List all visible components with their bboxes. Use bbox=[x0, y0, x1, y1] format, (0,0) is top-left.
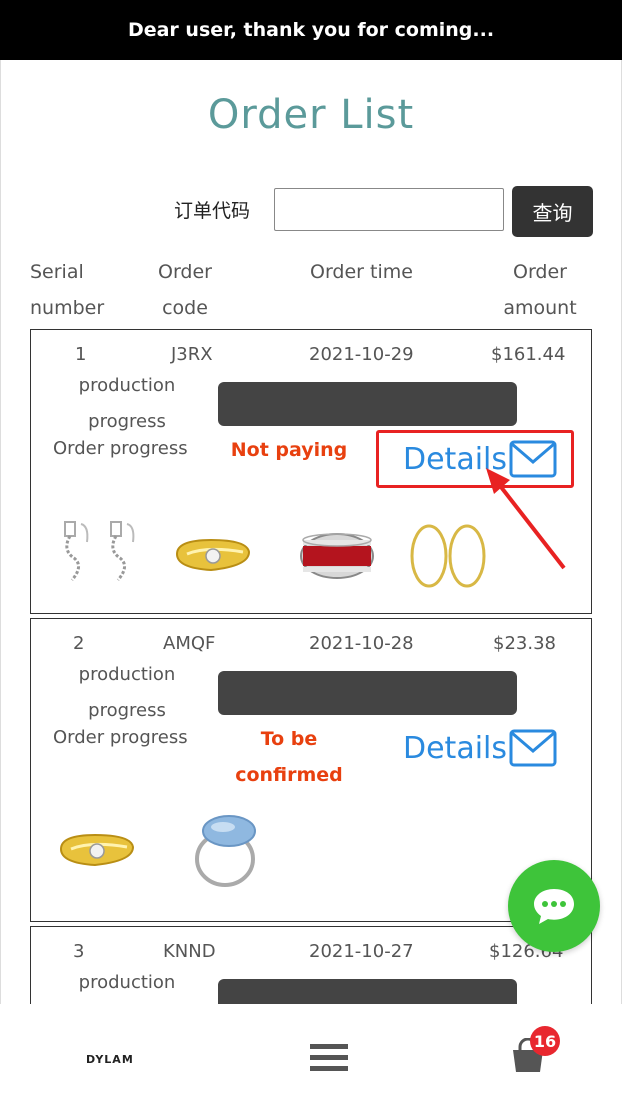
production-label-line2: progress bbox=[88, 411, 166, 432]
order-status-line1: Not paying bbox=[230, 439, 348, 461]
header-order-code: Order code bbox=[156, 254, 214, 326]
product-thumbnail-gold-zircon-ring[interactable] bbox=[169, 510, 259, 600]
production-progress-bar bbox=[218, 382, 517, 426]
order-status-line2: confirmed bbox=[235, 764, 343, 786]
welcome-text: Dear user, thank you for coming... bbox=[127, 19, 495, 41]
arrow-annotation bbox=[486, 468, 566, 570]
brand-logo[interactable]: DYLAM bbox=[86, 1053, 134, 1066]
production-progress-label: production progress bbox=[67, 657, 187, 729]
page-title: Order List bbox=[207, 92, 415, 138]
production-label-line1: production bbox=[78, 375, 176, 396]
order-code: KNND bbox=[163, 941, 216, 962]
production-label-line1: production bbox=[78, 972, 176, 993]
header-code-line2: code bbox=[162, 297, 208, 319]
search-button[interactable]: 查询 bbox=[512, 186, 593, 237]
header-code-line1: Order bbox=[158, 261, 212, 283]
details-label: Details bbox=[403, 730, 508, 766]
order-progress-label: Order progress bbox=[53, 438, 188, 459]
production-progress-bar bbox=[218, 671, 517, 715]
header-serial-line2: number bbox=[30, 297, 105, 319]
order-code: J3RX bbox=[171, 344, 213, 365]
details-link[interactable]: Details bbox=[403, 729, 557, 767]
welcome-banner: Dear user, thank you for coming... bbox=[0, 0, 622, 60]
cart-count-badge: 16 bbox=[530, 1026, 560, 1056]
header-amount-line2: amount bbox=[503, 297, 577, 319]
order-serial: 1 bbox=[75, 344, 87, 365]
chat-icon bbox=[534, 889, 574, 924]
header-serial-number: Serial number bbox=[30, 254, 104, 326]
product-thumbnail-chain-drop-earrings[interactable] bbox=[57, 510, 147, 600]
order-progress-label: Order progress bbox=[53, 727, 188, 748]
order-status: Not paying bbox=[221, 432, 357, 468]
product-thumbnail-red-crystal-ring[interactable] bbox=[291, 510, 381, 600]
order-serial: 3 bbox=[73, 941, 85, 962]
order-time: 2021-10-28 bbox=[309, 633, 414, 654]
header-time-line1: Order time bbox=[310, 261, 413, 283]
production-label-line1: production bbox=[78, 664, 176, 685]
order-time: 2021-10-29 bbox=[309, 344, 414, 365]
order-serial: 2 bbox=[73, 633, 85, 654]
header-order-amount: Order amount bbox=[500, 254, 580, 326]
order-card: 2 AMQF 2021-10-28 $23.38 production prog… bbox=[30, 618, 592, 922]
order-amount: $161.44 bbox=[491, 344, 566, 365]
production-label-line2: progress bbox=[88, 700, 166, 721]
order-time: 2021-10-27 bbox=[309, 941, 414, 962]
production-progress-label: production bbox=[67, 965, 187, 1001]
order-status: To be confirmed bbox=[221, 721, 357, 793]
header-amount-line1: Order bbox=[513, 261, 567, 283]
mail-icon bbox=[509, 729, 557, 767]
order-code: AMQF bbox=[163, 633, 216, 654]
chat-button[interactable] bbox=[508, 860, 600, 952]
order-card: 3 KNND 2021-10-27 $126.64 production bbox=[30, 926, 592, 1004]
product-thumbnail-blue-opal-ring[interactable] bbox=[179, 805, 269, 895]
order-amount: $23.38 bbox=[493, 633, 556, 654]
production-progress-label: production progress bbox=[67, 368, 187, 440]
menu-icon[interactable] bbox=[310, 1042, 348, 1074]
header-order-time: Order time bbox=[310, 254, 413, 290]
product-thumbnail-gold-zircon-ring[interactable] bbox=[53, 805, 143, 895]
search-label: 订单代码 bbox=[174, 200, 251, 222]
production-progress-bar bbox=[218, 979, 517, 1004]
order-status-line1: To be bbox=[260, 728, 318, 750]
header-serial-line1: Serial bbox=[30, 261, 84, 283]
order-code-input[interactable] bbox=[274, 188, 504, 231]
